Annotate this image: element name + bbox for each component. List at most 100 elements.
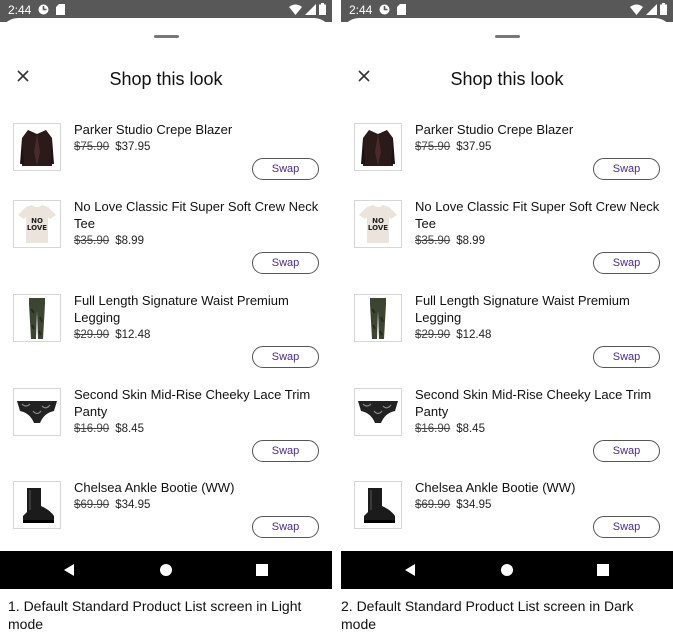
wifi-icon bbox=[630, 4, 643, 15]
product-prices: $16.90 $8.45 bbox=[74, 423, 144, 435]
product-prices: $29.90 $12.48 bbox=[415, 329, 491, 341]
swap-button[interactable]: Swap bbox=[252, 516, 319, 538]
product-name: Chelsea Ankle Bootie (WW) bbox=[74, 480, 235, 495]
phone-screen-light: 2:44 Shop this look Parker Studio Crepe … bbox=[0, 0, 332, 589]
signal-icon bbox=[305, 4, 316, 15]
sale-price: $8.45 bbox=[115, 423, 144, 435]
product-thumbnail[interactable]: NO LOVE bbox=[354, 200, 402, 248]
legging-icon bbox=[370, 298, 386, 339]
product-thumbnail[interactable] bbox=[13, 481, 61, 529]
back-icon[interactable] bbox=[390, 551, 430, 589]
sd-card-icon bbox=[56, 4, 65, 15]
back-icon[interactable] bbox=[49, 551, 89, 589]
product-prices: $75.90 $37.95 bbox=[74, 141, 150, 153]
swap-button[interactable]: Swap bbox=[593, 346, 660, 368]
sale-price: $37.95 bbox=[115, 141, 151, 153]
sale-price: $12.48 bbox=[115, 329, 151, 341]
bootie-icon bbox=[23, 488, 54, 523]
product-thumbnail[interactable] bbox=[354, 123, 402, 171]
original-price: $69.90 bbox=[415, 499, 451, 511]
caption-dark-mode: 2. Default Standard Product List screen … bbox=[341, 598, 634, 632]
original-price: $16.90 bbox=[74, 423, 110, 435]
home-icon[interactable] bbox=[146, 551, 186, 589]
svg-text:LOVE: LOVE bbox=[27, 224, 47, 232]
original-price: $29.90 bbox=[415, 329, 451, 341]
notification-icon bbox=[379, 4, 390, 15]
wifi-icon bbox=[289, 4, 302, 15]
battery-icon bbox=[319, 3, 326, 15]
product-prices: $35.90 $8.99 bbox=[415, 235, 485, 247]
swap-button[interactable]: Swap bbox=[252, 346, 319, 368]
navigation-bar bbox=[0, 551, 332, 589]
original-price: $75.90 bbox=[74, 141, 110, 153]
blazer-icon bbox=[20, 130, 54, 166]
original-price: $69.90 bbox=[74, 499, 110, 511]
product-prices: $29.90 $12.48 bbox=[74, 329, 150, 341]
product-name: Second Skin Mid-Rise Cheeky Lace Trim Pa… bbox=[415, 387, 652, 419]
tee-icon: NOLOVE bbox=[18, 205, 56, 243]
original-price: $29.90 bbox=[74, 329, 110, 341]
page-title: Shop this look bbox=[109, 69, 223, 89]
product-thumbnail[interactable] bbox=[13, 388, 61, 436]
original-price: $35.90 bbox=[74, 235, 110, 247]
sale-price: $8.99 bbox=[115, 235, 144, 247]
swap-button[interactable]: Swap bbox=[593, 252, 660, 274]
recents-icon[interactable] bbox=[242, 551, 282, 589]
legging-icon bbox=[29, 298, 45, 339]
product-thumbnail[interactable]: NO LOVE bbox=[13, 200, 61, 248]
caption-light-mode: 1. Default Standard Product List screen … bbox=[8, 598, 302, 632]
swap-button[interactable]: Swap bbox=[252, 158, 319, 180]
swap-button[interactable]: Swap bbox=[252, 252, 319, 274]
home-icon[interactable] bbox=[487, 551, 527, 589]
notification-icon bbox=[38, 4, 49, 15]
product-name: Second Skin Mid-Rise Cheeky Lace Trim Pa… bbox=[74, 387, 311, 419]
bootie-icon bbox=[364, 488, 395, 523]
product-thumbnail[interactable] bbox=[354, 481, 402, 529]
original-price: $75.90 bbox=[415, 141, 451, 153]
sale-price: $34.95 bbox=[456, 499, 492, 511]
swap-button[interactable]: Swap bbox=[593, 516, 660, 538]
page-title: Shop this look bbox=[450, 69, 564, 89]
product-thumbnail[interactable] bbox=[354, 388, 402, 436]
product-prices: $69.90 $34.95 bbox=[74, 499, 150, 511]
product-name: Full Length Signature Waist Premium Legg… bbox=[74, 293, 289, 325]
product-prices: $35.90 $8.99 bbox=[74, 235, 144, 247]
product-name: No Love Classic Fit Super Soft Crew Neck… bbox=[74, 199, 319, 231]
panty-icon bbox=[358, 401, 398, 423]
product-prices: $69.90 $34.95 bbox=[415, 499, 491, 511]
blazer-icon bbox=[361, 130, 395, 166]
battery-icon bbox=[660, 3, 667, 15]
drag-handle[interactable] bbox=[154, 35, 179, 38]
signal-icon bbox=[646, 4, 657, 15]
swap-button[interactable]: Swap bbox=[252, 440, 319, 462]
bottom-sheet: Shop this look Parker Studio Crepe Blaze… bbox=[341, 18, 673, 551]
swap-button[interactable]: Swap bbox=[593, 158, 660, 180]
product-prices: $75.90 $37.95 bbox=[415, 141, 491, 153]
product-name: No Love Classic Fit Super Soft Crew Neck… bbox=[415, 199, 660, 231]
sale-price: $12.48 bbox=[456, 329, 492, 341]
panty-icon bbox=[17, 401, 57, 423]
sd-card-icon bbox=[397, 4, 406, 15]
product-prices: $16.90 $8.45 bbox=[415, 423, 485, 435]
product-name: Parker Studio Crepe Blazer bbox=[415, 122, 574, 137]
sale-price: $34.95 bbox=[115, 499, 151, 511]
original-price: $35.90 bbox=[415, 235, 451, 247]
status-time: 2:44 bbox=[8, 3, 32, 17]
tee-icon: NOLOVE bbox=[359, 205, 397, 243]
navigation-bar bbox=[341, 551, 673, 589]
phone-screen-dark: 2:44 Shop this look Parker Studio Crepe … bbox=[341, 0, 673, 589]
drag-handle[interactable] bbox=[495, 35, 520, 38]
bottom-sheet: Shop this look Parker Studio Crepe Blaze… bbox=[0, 18, 332, 551]
sale-price: $37.95 bbox=[456, 141, 492, 153]
original-price: $16.90 bbox=[415, 423, 451, 435]
sale-price: $8.99 bbox=[456, 235, 485, 247]
status-time: 2:44 bbox=[349, 3, 373, 17]
svg-text:LOVE: LOVE bbox=[368, 224, 388, 232]
product-thumbnail[interactable] bbox=[13, 294, 61, 342]
recents-icon[interactable] bbox=[583, 551, 623, 589]
product-thumbnail[interactable] bbox=[13, 123, 61, 171]
swap-button[interactable]: Swap bbox=[593, 440, 660, 462]
product-name: Full Length Signature Waist Premium Legg… bbox=[415, 293, 630, 325]
sale-price: $8.45 bbox=[456, 423, 485, 435]
product-thumbnail[interactable] bbox=[354, 294, 402, 342]
